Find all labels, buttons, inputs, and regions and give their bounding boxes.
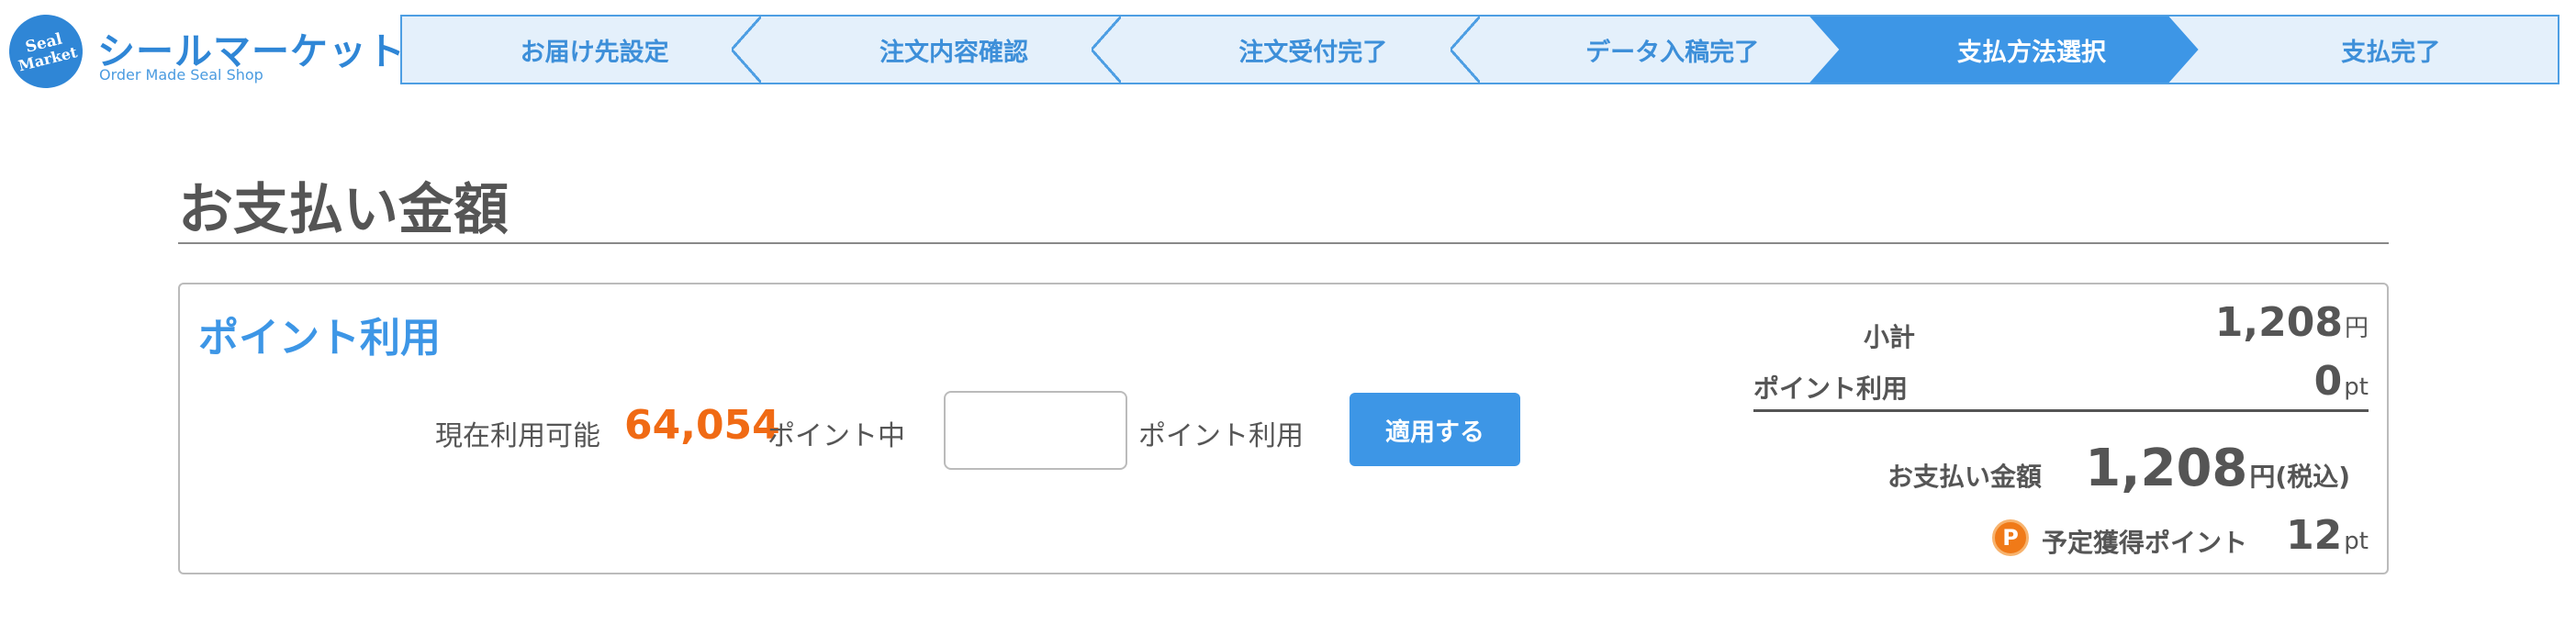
points-input-row: 現在利用可能 64,054 ポイント中 ポイント利用 適用する: [180, 391, 1557, 472]
total-row: お支払い金額 1,208円(税込): [1753, 439, 2369, 498]
total-value: 1,208: [2085, 439, 2248, 498]
step-data-submitted: データ入稿完了: [1480, 17, 1839, 83]
points-use-input[interactable]: [944, 391, 1127, 470]
subtotal-unit: 円: [2344, 315, 2369, 342]
title-divider: [178, 242, 2389, 244]
points-used-amount: 0pt: [2314, 358, 2369, 405]
checkout-progress-steps: お届け先設定 注文内容確認 注文受付完了 データ入稿完了 支払方法選択 支払完了: [400, 15, 2559, 84]
points-coin-icon: P: [1992, 519, 2029, 556]
page-title: お支払い金額: [178, 178, 509, 242]
subtotal-row: 小計 1,208円: [1753, 299, 2369, 354]
step-payment-complete: 支払完了: [2169, 17, 2558, 83]
points-used-unit: pt: [2344, 373, 2369, 401]
subtotal-value: 1,208: [2214, 299, 2343, 346]
step-label: 注文内容確認: [879, 38, 1028, 67]
earned-points-label: 予定獲得ポイント: [2042, 528, 2248, 558]
total-unit: 円(税込): [2249, 462, 2350, 492]
step-order-received: 注文受付完了: [1121, 17, 1481, 83]
step-order-confirm: 注文内容確認: [761, 17, 1121, 83]
points-use-suffix: ポイント利用: [1138, 420, 1304, 452]
earned-points-amount: 12pt: [2286, 512, 2369, 559]
payment-amount-panel: ポイント利用 現在利用可能 64,054 ポイント中 ポイント利用 適用する 小…: [178, 283, 2389, 574]
points-used-label: ポイント利用: [1753, 373, 1909, 404]
earned-points-unit: pt: [2344, 528, 2369, 555]
step-label: データ入稿完了: [1585, 38, 1760, 67]
subtotal-label: 小計: [1864, 322, 1916, 352]
available-points-suffix: ポイント中: [767, 420, 905, 452]
subtotal-amount: 1,208円: [2215, 299, 2369, 346]
step-label: 支払方法選択: [1956, 38, 2106, 67]
total-label: お支払い金額: [1887, 462, 2043, 492]
apply-points-button[interactable]: 適用する: [1350, 393, 1520, 466]
points-used-value: 0: [2313, 358, 2343, 405]
step-delivery-address: お届け先設定: [402, 17, 762, 83]
step-payment-method-current: 支払方法選択: [1809, 17, 2198, 83]
points-section-title: ポイント利用: [198, 315, 441, 362]
total-amount: 1,208円(税込): [2085, 439, 2350, 498]
available-points-value: 64,054: [624, 402, 780, 449]
logo-subtitle: Order Made Seal Shop: [99, 66, 263, 84]
earned-points-row: P 予定獲得ポイント 12pt: [1753, 512, 2369, 563]
available-points-label: 現在利用可能: [435, 420, 600, 452]
earned-points-value: 12: [2286, 512, 2343, 559]
step-label: 支払完了: [2341, 38, 2441, 67]
order-summary: 小計 1,208円 ポイント利用 0pt お支払い金額 1,208円(税込) P…: [1753, 284, 2369, 573]
step-label: お届け先設定: [520, 38, 669, 67]
seal-badge-icon: Seal Market: [1, 6, 91, 96]
step-label: 注文受付完了: [1238, 38, 1388, 67]
points-used-row: ポイント利用 0pt: [1753, 358, 2369, 412]
site-logo[interactable]: Seal Market シールマーケット Order Made Seal Sho…: [1, 6, 405, 96]
